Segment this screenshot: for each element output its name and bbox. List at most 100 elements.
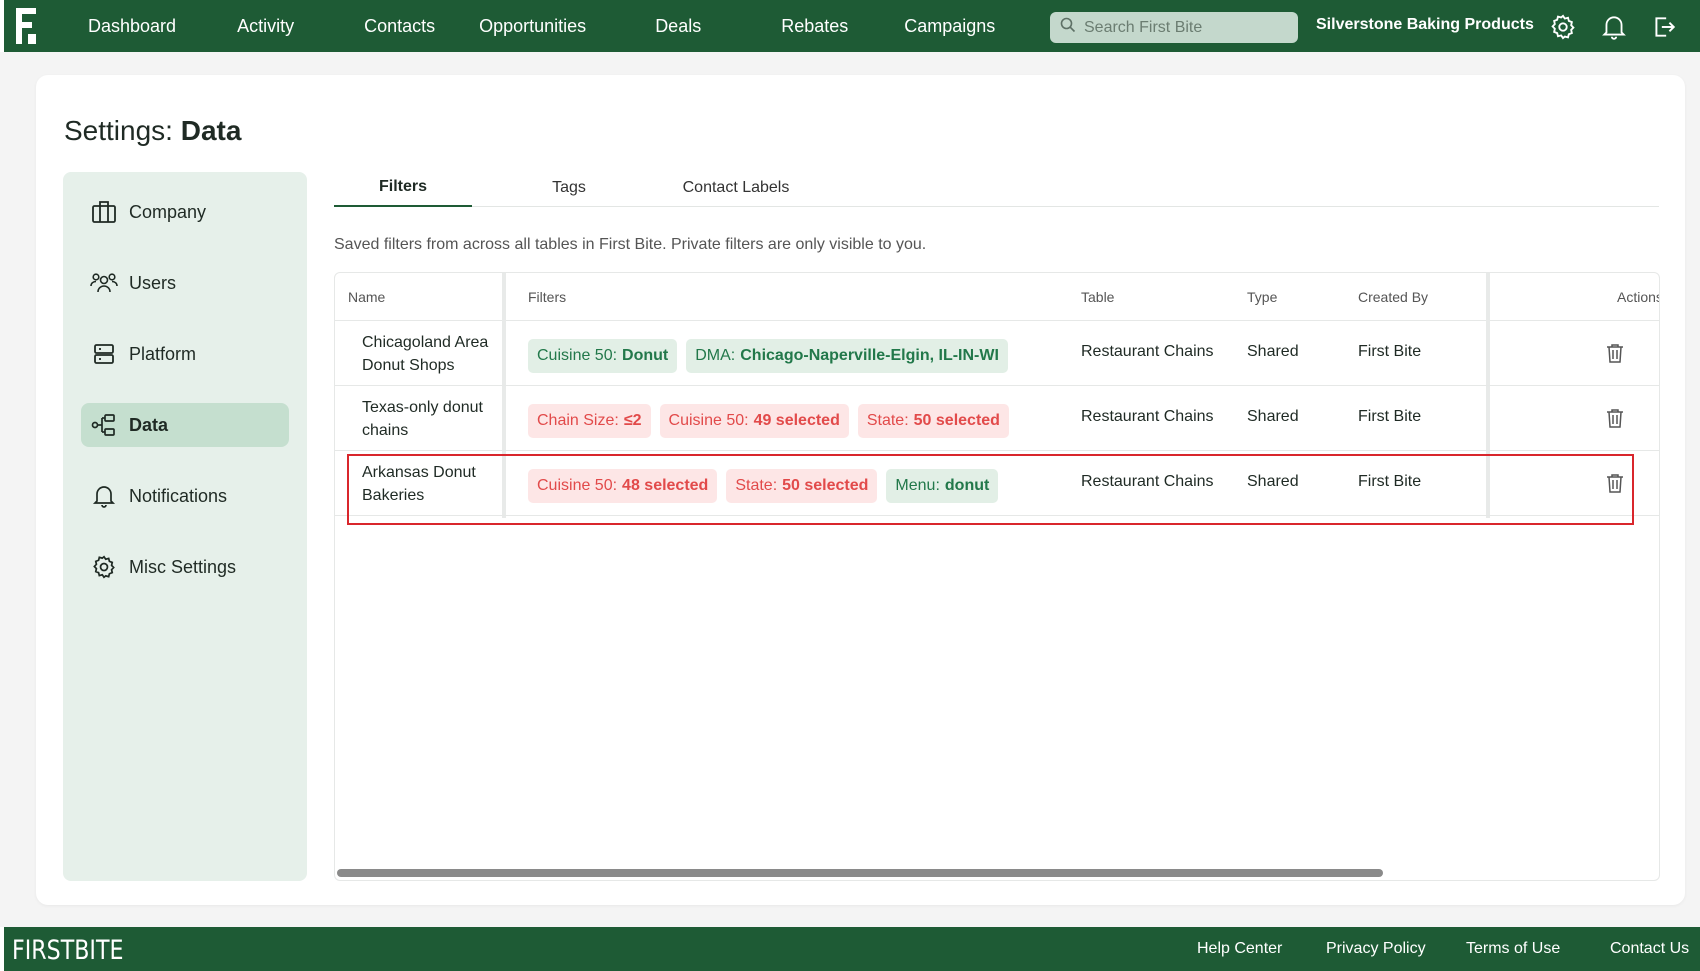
footer-link-help-center[interactable]: Help Center	[1197, 940, 1282, 958]
table-row[interactable]: Texas-only donut chains Chain Size: ≤2 Cu…	[335, 386, 1659, 451]
sidebar-item-label: Notifications	[129, 485, 228, 506]
sidebar-item-label: Data	[129, 414, 169, 435]
page-title-main: Data	[180, 115, 242, 146]
column-header-filters[interactable]: Filters	[528, 289, 566, 305]
tab-filters[interactable]: Filters	[334, 169, 472, 207]
nav-contacts[interactable]: Contacts	[364, 16, 435, 37]
first-bite-logo-icon[interactable]	[10, 0, 44, 52]
nav-rebates[interactable]: Rebates	[781, 16, 848, 37]
table-row[interactable]: Chicagoland Area Donut Shops Cuisine 50:…	[335, 321, 1659, 386]
filter-table: Restaurant Chains	[1081, 473, 1214, 490]
nav-opportunities[interactable]: Opportunities	[479, 16, 586, 37]
filter-created-by: First Bite	[1358, 473, 1422, 490]
sidebar-item-notifications[interactable]: Notifications	[81, 474, 289, 518]
sidebar-item-platform[interactable]: Platform	[81, 332, 289, 376]
filter-chip: State: 50 selected	[726, 469, 878, 503]
server-icon	[89, 339, 119, 369]
chip-key: DMA:	[695, 347, 736, 364]
sidebar-item-label: Misc Settings	[129, 556, 237, 577]
chip-key: Menu:	[895, 477, 940, 494]
sidebar-item-label: Company	[129, 201, 207, 222]
chip-value: donut	[944, 477, 990, 494]
search-input[interactable]	[1084, 18, 1284, 37]
nav-activity[interactable]: Activity	[237, 16, 294, 37]
chip-value: ≤2	[623, 412, 642, 429]
sidebar-item-misc-settings[interactable]: Misc Settings	[81, 545, 289, 589]
chip-key: State:	[735, 477, 778, 494]
footer-link-terms-of-use[interactable]: Terms of Use	[1466, 940, 1560, 958]
logout-icon[interactable]	[1649, 12, 1679, 42]
search-box[interactable]	[1050, 12, 1298, 43]
filter-chips: Cuisine 50: 48 selected State: 50 selected…	[528, 469, 1007, 503]
filter-chip: State: 50 selected	[857, 404, 1009, 438]
chip-value: 50 selected	[913, 412, 1000, 429]
chip-key: Cuisine 50:	[537, 347, 618, 364]
filters-description: Saved filters from across all tables in …	[334, 236, 927, 253]
sidebar-item-company[interactable]: Company	[81, 190, 289, 234]
filter-chip: Chain Size: ≤2	[528, 404, 651, 438]
gear-icon	[89, 552, 119, 582]
column-header-type[interactable]: Type	[1247, 289, 1277, 305]
settings-card: Settings: Data Company Users Platform Da…	[36, 75, 1685, 905]
nav-deals[interactable]: Deals	[655, 16, 701, 37]
sidebar-item-users[interactable]: Users	[81, 261, 289, 305]
filter-created-by: First Bite	[1358, 343, 1422, 360]
filter-table: Restaurant Chains	[1081, 408, 1214, 425]
sidebar-item-data[interactable]: Data	[81, 403, 289, 447]
saved-filters-table: Name Filters Table Type Created By Actio…	[334, 272, 1660, 881]
bell-icon	[89, 481, 119, 511]
trash-icon[interactable]	[1603, 471, 1627, 495]
search-icon	[1060, 17, 1076, 38]
filter-type: Shared	[1247, 343, 1299, 360]
horizontal-scrollbar[interactable]	[337, 869, 1383, 877]
page-title-prefix: Settings:	[64, 115, 173, 146]
top-navbar: Dashboard Activity Contacts Opportunitie…	[0, 0, 1700, 52]
chip-value: Chicago-Naperville-Elgin, IL-IN-WI	[740, 347, 999, 364]
nav-campaigns[interactable]: Campaigns	[904, 16, 995, 37]
bell-icon[interactable]	[1599, 12, 1629, 42]
filter-chips: Cuisine 50: Donut DMA: Chicago-Naperville-…	[528, 339, 1017, 373]
column-header-table[interactable]: Table	[1081, 289, 1114, 305]
chip-value: 50 selected	[782, 477, 869, 494]
sidebar-item-label: Platform	[129, 343, 197, 364]
nav-dashboard[interactable]: Dashboard	[88, 16, 176, 37]
trash-icon[interactable]	[1603, 341, 1627, 365]
column-header-name[interactable]: Name	[348, 289, 385, 305]
filter-chip: Menu: donut	[886, 469, 999, 503]
data-icon	[89, 410, 119, 440]
column-header-created-by[interactable]: Created By	[1358, 289, 1428, 305]
settings-tabs: Filters Tags Contact Labels	[334, 169, 1659, 207]
filter-chip: Cuisine 50: 49 selected	[659, 404, 849, 438]
filter-type: Shared	[1247, 408, 1299, 425]
filter-name: Arkansas Donut Bakeries	[362, 464, 476, 504]
footer-logo[interactable]: FIRSTBITE	[12, 935, 123, 966]
main-nav: Dashboard Activity Contacts Opportunitie…	[88, 0, 995, 52]
chip-value: 48 selected	[622, 477, 709, 494]
table-header: Name Filters Table Type Created By Actio…	[335, 273, 1659, 321]
tab-tags[interactable]: Tags	[472, 169, 666, 207]
chip-value: Donut	[622, 347, 669, 364]
company-name[interactable]: Silverstone Baking Products	[1316, 16, 1534, 34]
sidebar-item-label: Users	[129, 272, 177, 293]
footer-link-contact-us[interactable]: Contact Us	[1610, 940, 1689, 958]
footer-link-privacy-policy[interactable]: Privacy Policy	[1326, 940, 1426, 958]
trash-icon[interactable]	[1603, 406, 1627, 430]
chip-key: Cuisine 50:	[537, 477, 618, 494]
gear-icon[interactable]	[1548, 12, 1578, 42]
filter-chip: Cuisine 50: Donut	[528, 339, 678, 373]
chip-key: Cuisine 50:	[668, 412, 749, 429]
filter-type: Shared	[1247, 473, 1299, 490]
chip-key: State:	[866, 412, 909, 429]
filter-created-by: First Bite	[1358, 408, 1422, 425]
table-row-highlighted[interactable]: Arkansas Donut Bakeries Cuisine 50: 48 se…	[335, 451, 1659, 525]
filter-chip: DMA: Chicago-Naperville-Elgin, IL-IN-WI	[686, 339, 1008, 373]
filter-table: Restaurant Chains	[1081, 343, 1214, 360]
filter-chips: Chain Size: ≤2 Cuisine 50: 49 selected Sta…	[528, 404, 1018, 438]
filter-name: Texas-only donut chains	[362, 399, 483, 439]
tab-contact-labels[interactable]: Contact Labels	[666, 169, 806, 207]
filter-name: Chicagoland Area Donut Shops	[362, 334, 489, 374]
settings-sidebar: Company Users Platform Data Notification…	[63, 172, 307, 881]
footer: FIRSTBITE Help Center Privacy Policy Ter…	[0, 927, 1700, 971]
users-icon	[89, 268, 119, 298]
column-header-actions: Actions	[1617, 289, 1660, 305]
